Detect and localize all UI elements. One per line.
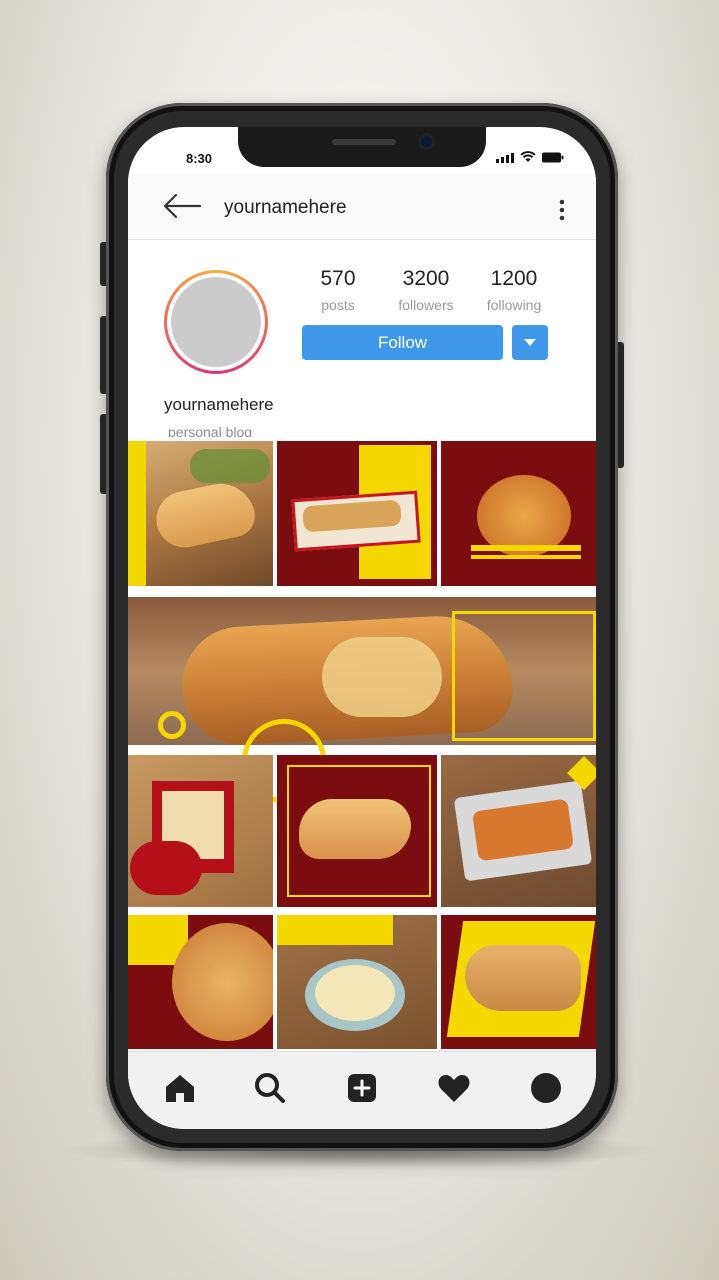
stat-posts-count: 570 [320,267,356,290]
post-thumbnail[interactable] [277,915,437,1049]
post-thumbnail[interactable] [441,755,596,907]
notch [238,127,486,167]
status-time: 8:30 [186,151,213,166]
post-thumbnail[interactable] [128,441,273,586]
stat-following[interactable]: 1200 following [474,267,554,313]
wifi-icon [520,151,536,162]
post-thumbnail[interactable] [441,441,596,586]
stat-posts[interactable]: 570 posts [298,267,378,313]
search-icon[interactable] [252,1070,288,1106]
post-thumbnail[interactable] [441,915,596,1049]
speaker-grille [332,139,396,145]
post-thumbnail[interactable] [128,755,273,907]
more-options-icon[interactable] [558,199,566,221]
post-thumbnail[interactable] [128,597,596,745]
chevron-down-icon [524,339,536,346]
posts-grid [128,437,596,1051]
post-thumbnail[interactable] [277,441,437,586]
stat-followers-count: 3200 [402,267,450,290]
battery-icon [542,152,564,163]
suggestions-dropdown-button[interactable] [512,325,548,360]
back-arrow-icon[interactable] [162,193,202,219]
avatar[interactable] [164,270,268,374]
bottom-tab-bar [128,1051,596,1129]
header-username: yournamehere [224,197,347,218]
stat-followers-label: followers [398,297,454,313]
status-icons [496,151,564,163]
post-thumbnail[interactable] [128,915,273,1049]
stat-following-count: 1200 [490,267,538,290]
front-camera [418,133,435,150]
home-icon[interactable] [162,1070,198,1106]
avatar-image [171,277,261,367]
heart-icon[interactable] [436,1070,472,1106]
add-post-icon[interactable] [344,1070,380,1106]
stat-following-label: following [486,297,542,313]
stat-posts-label: posts [321,297,355,313]
profile-icon[interactable] [528,1070,564,1106]
stat-followers[interactable]: 3200 followers [386,267,466,313]
phone-screen: 8:30 yournamehere 570 posts 3200 followe… [128,127,596,1129]
post-thumbnail[interactable] [277,755,437,907]
signal-icon [496,152,514,163]
profile-name: yournamehere [164,395,274,414]
profile-header-bar: yournamehere [128,173,596,240]
follow-button[interactable]: Follow [302,325,503,360]
